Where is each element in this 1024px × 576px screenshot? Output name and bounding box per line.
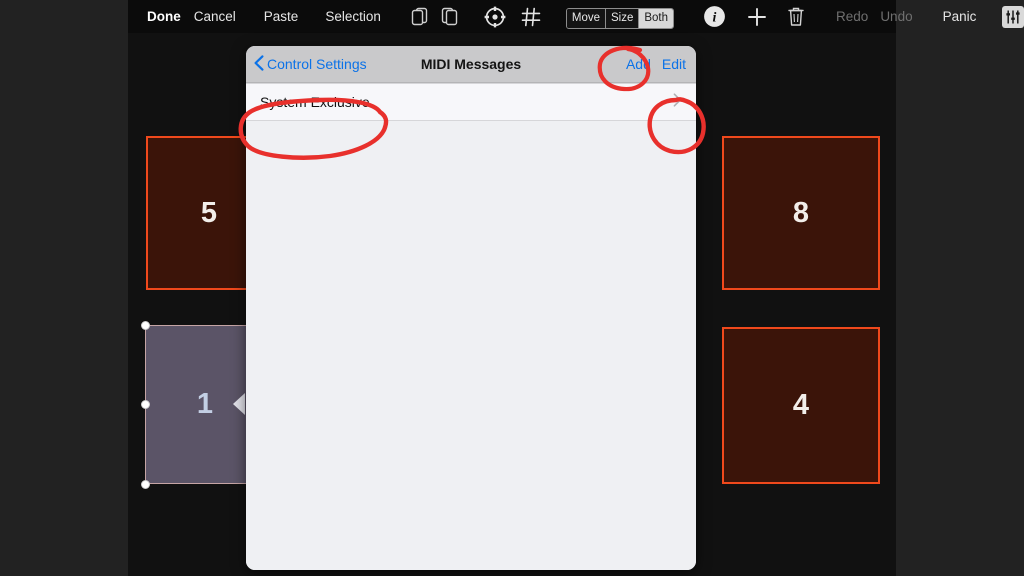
- segment-size[interactable]: Size: [605, 9, 640, 28]
- chevron-right-icon[interactable]: [673, 93, 682, 111]
- mixer-sliders-icon[interactable]: [1002, 5, 1024, 28]
- svg-text:i: i: [713, 11, 717, 26]
- letterbox-right: [896, 0, 1024, 576]
- info-icon[interactable]: i: [703, 5, 726, 28]
- crosshair-target-icon[interactable]: [484, 6, 506, 28]
- panic-button[interactable]: Panic: [943, 0, 977, 33]
- modal-header: Control Settings MIDI Messages Add Edit: [246, 46, 696, 83]
- segment-move[interactable]: Move: [566, 9, 606, 28]
- pad-label: 5: [200, 196, 218, 229]
- selection-handle-middle-left[interactable]: [141, 400, 150, 409]
- modal-body: System Exclusive: [246, 83, 696, 570]
- back-label: Control Settings: [267, 56, 367, 72]
- midi-messages-modal: Control Settings MIDI Messages Add Edit …: [246, 46, 696, 570]
- trash-icon[interactable]: [787, 6, 805, 27]
- pad-label: 1: [196, 388, 214, 420]
- screen-root: Done Cancel Paste Selection Move Size Bo…: [0, 0, 1024, 576]
- duplicate-front-icon[interactable]: [411, 7, 428, 26]
- undo-button[interactable]: Undo: [880, 0, 912, 33]
- add-button[interactable]: Add: [626, 56, 651, 72]
- grid-icon[interactable]: [521, 7, 541, 27]
- duplicate-back-icon[interactable]: [441, 7, 458, 26]
- list-item-label: System Exclusive: [260, 94, 370, 110]
- selection-handle-bottom-left[interactable]: [141, 480, 150, 489]
- pad-label: 4: [792, 389, 810, 421]
- segment-both[interactable]: Both: [639, 9, 674, 28]
- letterbox-left: [0, 0, 128, 576]
- list-item-system-exclusive[interactable]: System Exclusive: [246, 83, 696, 121]
- selection-button[interactable]: Selection: [325, 0, 381, 33]
- modal-header-actions: Add Edit: [626, 56, 686, 72]
- move-size-both-control[interactable]: Move Size Both: [565, 0, 675, 33]
- toolbar: Done Cancel Paste Selection Move Size Bo…: [128, 0, 1024, 33]
- done-button[interactable]: Done: [147, 0, 181, 33]
- cancel-button[interactable]: Cancel: [194, 0, 236, 33]
- selection-resize-arrow[interactable]: [233, 393, 245, 415]
- chevron-left-icon: [254, 54, 264, 74]
- plus-icon[interactable]: [747, 7, 767, 27]
- pad-label: 8: [792, 196, 810, 229]
- pad-8[interactable]: 8: [722, 136, 880, 290]
- paste-button[interactable]: Paste: [264, 0, 299, 33]
- selection-handle-top-left[interactable]: [141, 321, 150, 330]
- edit-button[interactable]: Edit: [662, 56, 686, 72]
- redo-button[interactable]: Redo: [836, 0, 868, 33]
- pad-4[interactable]: 4: [722, 327, 880, 484]
- back-to-control-settings-button[interactable]: Control Settings: [254, 54, 367, 74]
